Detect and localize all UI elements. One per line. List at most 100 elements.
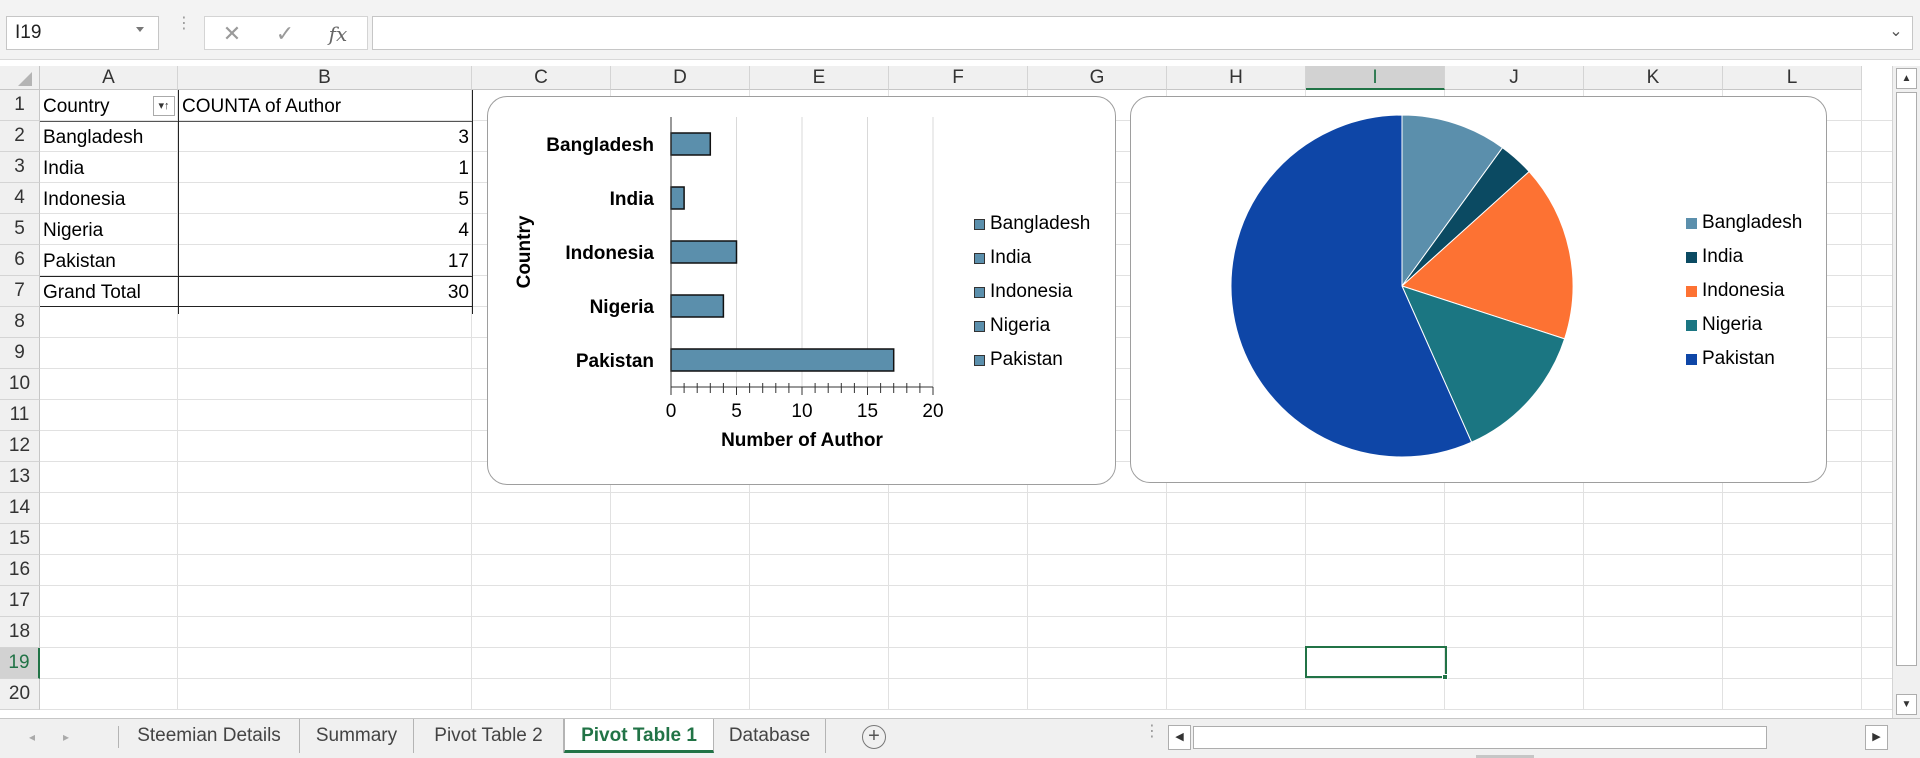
pivot-row-label[interactable]: Indonesia [43, 184, 176, 215]
x-axis-title: Number of Author [721, 430, 883, 451]
scroll-left-icon[interactable]: ◀ [1168, 725, 1191, 750]
legend-entry[interactable]: India [1686, 245, 1826, 269]
pivot-row-value[interactable]: 17 [180, 246, 469, 277]
confirm-entry-icon[interactable]: ✓ [272, 21, 298, 47]
scroll-right-icon[interactable]: ▶ [1865, 725, 1888, 750]
name-box-dropdown-icon[interactable] [136, 27, 144, 32]
row-header-19[interactable]: 19 [0, 648, 40, 679]
tab-summary[interactable]: Summary [300, 719, 414, 753]
row-header-16[interactable]: 16 [0, 555, 40, 586]
legend-entry[interactable]: Pakistan [974, 348, 1114, 372]
pivot-row-label[interactable]: Nigeria [43, 215, 176, 246]
formula-input[interactable] [372, 16, 1913, 50]
formula-bar-grip-icon[interactable]: ⋮ [176, 16, 192, 44]
bar-nigeria [670, 294, 725, 318]
row-header-14[interactable]: 14 [0, 493, 40, 524]
add-sheet-icon[interactable]: + [862, 725, 886, 749]
horizontal-scrollbar[interactable]: ◀ ▶ [1168, 725, 1889, 750]
pie-chart-legend[interactable]: Bangladesh India Indonesia Nigeria Pakistan [1686, 211, 1826, 369]
pivot-header-count[interactable]: COUNTA of Author [182, 91, 470, 122]
column-header-j[interactable]: J [1445, 66, 1584, 90]
pivot-column-divider [178, 90, 179, 314]
row-header-8[interactable]: 8 [0, 307, 40, 338]
row-header-5[interactable]: 5 [0, 214, 40, 245]
column-header-d[interactable]: D [611, 66, 750, 90]
column-header-c[interactable]: C [472, 66, 611, 90]
pivot-row-label[interactable]: Bangladesh [43, 122, 176, 153]
row-header-11[interactable]: 11 [0, 400, 40, 431]
legend-entry[interactable]: Indonesia [974, 280, 1114, 304]
row-header-15[interactable]: 15 [0, 524, 40, 555]
insert-function-icon[interactable]: fx [325, 21, 351, 47]
row-header-7[interactable]: 7 [0, 276, 40, 307]
tab-database[interactable]: Database [714, 719, 826, 753]
legend-entry[interactable]: Bangladesh [974, 212, 1114, 236]
active-cell-selection[interactable] [1305, 646, 1447, 678]
scroll-down-icon[interactable]: ▼ [1896, 694, 1917, 715]
cancel-entry-icon[interactable]: ✕ [219, 21, 245, 47]
legend-entry[interactable]: Nigeria [1686, 313, 1826, 337]
row-header-12[interactable]: 12 [0, 431, 40, 462]
legend-label: Indonesia [990, 281, 1073, 302]
pivot-row-value[interactable]: 3 [180, 122, 469, 153]
column-header-f[interactable]: F [889, 66, 1028, 90]
row-header-6[interactable]: 6 [0, 245, 40, 276]
fill-handle[interactable] [1442, 674, 1448, 680]
column-header-k[interactable]: K [1584, 66, 1723, 90]
column-header-a[interactable]: A [40, 66, 178, 90]
row-header-20[interactable]: 20 [0, 679, 40, 710]
row-header-3[interactable]: 3 [0, 152, 40, 183]
expand-formula-bar-icon[interactable]: ⌄ [1886, 22, 1906, 42]
row-header-13[interactable]: 13 [0, 462, 40, 493]
legend-swatch [1686, 320, 1697, 331]
previous-sheet-icon[interactable]: ◂ [22, 727, 42, 747]
row-header-4[interactable]: 4 [0, 183, 40, 214]
name-box[interactable]: I19 [6, 16, 159, 50]
legend-entry[interactable]: Pakistan [1686, 347, 1826, 371]
tab-pivot-table-1[interactable]: Pivot Table 1 [564, 719, 714, 753]
row-header-10[interactable]: 10 [0, 369, 40, 400]
vertical-scroll-thumb[interactable] [1896, 92, 1917, 666]
pivot-row-label[interactable]: India [43, 153, 176, 184]
row-header-18[interactable]: 18 [0, 617, 40, 648]
worksheet-grid[interactable]: ABCDEFGHIJKL 1 2 3 4 5 6 7 8 9 10 11 12 13 14 15 16 17 18… [0, 66, 1892, 710]
column-header-i[interactable]: I [1306, 66, 1445, 90]
formula-buttons: ✕ ✓ fx [204, 16, 368, 50]
pivot-row-label[interactable]: Pakistan [43, 246, 176, 277]
column-header-e[interactable]: E [750, 66, 889, 90]
tab-pivot-table-2[interactable]: Pivot Table 2 [414, 719, 564, 753]
pivot-total-label[interactable]: Grand Total [43, 277, 176, 308]
bar-chart-legend[interactable]: Bangladesh India Indonesia Nigeria Pakistan [974, 212, 1114, 370]
horizontal-scroll-thumb[interactable] [1193, 726, 1767, 749]
row-header-1[interactable]: 1 [0, 90, 40, 121]
legend-entry[interactable]: Bangladesh [1686, 211, 1826, 235]
vertical-scrollbar[interactable]: ▲ ▼ [1892, 66, 1920, 718]
column-header-l[interactable]: L [1723, 66, 1862, 90]
pie-chart[interactable]: Bangladesh India Indonesia Nigeria Pakistan [1130, 96, 1827, 483]
pivot-row-value[interactable]: 4 [180, 215, 469, 246]
legend-entry[interactable]: Indonesia [1686, 279, 1826, 303]
column-header-g[interactable]: G [1028, 66, 1167, 90]
pivot-row-value[interactable]: 1 [180, 153, 469, 184]
legend-entry[interactable]: India [974, 246, 1114, 270]
select-all-triangle-icon [18, 72, 32, 86]
tab-splitter-grip-icon[interactable]: ⋮ [1144, 724, 1160, 748]
legend-label: Pakistan [1702, 348, 1775, 369]
scroll-up-icon[interactable]: ▲ [1896, 68, 1917, 89]
select-all-button[interactable] [0, 66, 40, 90]
legend-swatch [1686, 252, 1697, 263]
tab-steemian-details[interactable]: Steemian Details [119, 719, 300, 753]
row-header-9[interactable]: 9 [0, 338, 40, 369]
column-header-h[interactable]: H [1167, 66, 1306, 90]
row-header-17[interactable]: 17 [0, 586, 40, 617]
row-header-2[interactable]: 2 [0, 121, 40, 152]
bar-indonesia [670, 240, 738, 264]
pivot-row-value[interactable]: 5 [180, 184, 469, 215]
y-axis-title: Country [514, 215, 535, 288]
pivot-total-value[interactable]: 30 [180, 277, 469, 308]
pivot-filter-sort-icon[interactable]: ▾↑ [153, 96, 175, 116]
column-header-b[interactable]: B [178, 66, 472, 90]
next-sheet-icon[interactable]: ▸ [56, 727, 76, 747]
bar-chart[interactable]: Bangladesh India Indonesia Nigeria Pakistan 0… [487, 96, 1116, 485]
legend-entry[interactable]: Nigeria [974, 314, 1114, 338]
